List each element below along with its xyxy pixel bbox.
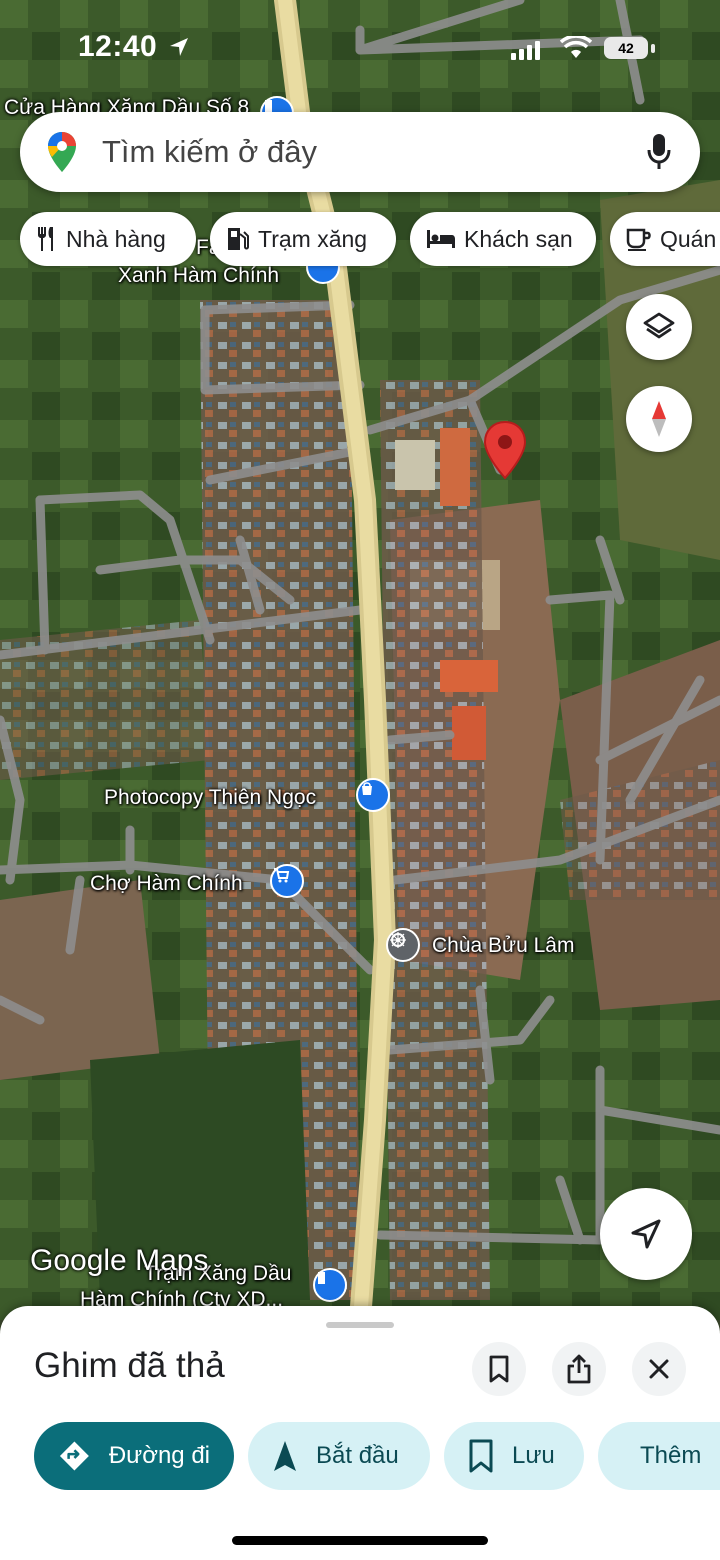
chip-cafes[interactable]: Quán xyxy=(610,212,720,266)
share-button[interactable] xyxy=(552,1342,606,1396)
bed-icon xyxy=(427,230,455,248)
more-label: Thêm xyxy=(640,1442,702,1469)
map-label-chua[interactable]: Chùa Bửu Lâm xyxy=(432,934,574,958)
home-indicator[interactable] xyxy=(232,1536,488,1545)
layers-button[interactable] xyxy=(626,294,692,360)
status-bar: 12:40 42 xyxy=(0,0,720,100)
share-icon xyxy=(567,1354,591,1384)
chip-label: Khách sạn xyxy=(464,225,573,252)
compass-icon xyxy=(652,401,666,437)
sheet-drag-handle[interactable] xyxy=(326,1322,394,1328)
battery-indicator: 42 xyxy=(604,37,648,59)
google-maps-logo-icon xyxy=(48,132,76,172)
chip-gas-stations[interactable]: Trạm xăng xyxy=(210,212,396,266)
map-label-xanh-ham-chinh[interactable]: Xanh Hàm Chính xyxy=(118,264,279,288)
gas-station-poi-icon-bottom[interactable] xyxy=(313,1268,347,1302)
close-button[interactable] xyxy=(632,1342,686,1396)
satellite-map[interactable]: Cửa Hàng Xăng Dầu Số 8 Fa Xanh Hàm Chính… xyxy=(0,0,720,1320)
compass-button[interactable] xyxy=(626,386,692,452)
chip-label: Trạm xăng xyxy=(258,225,368,252)
chip-restaurants[interactable]: Nhà hàng xyxy=(20,212,196,266)
start-button[interactable]: Bắt đầu xyxy=(248,1422,430,1490)
chip-label: Nhà hàng xyxy=(66,225,166,252)
layers-icon xyxy=(643,312,675,339)
start-label: Bắt đầu xyxy=(316,1442,399,1469)
navigation-arrow-icon xyxy=(274,1441,296,1471)
wifi-icon xyxy=(560,36,592,58)
search-bar[interactable]: Tìm kiếm ở đây xyxy=(20,112,700,192)
directions-label: Đường đi xyxy=(108,1442,210,1469)
battery-tip xyxy=(651,44,655,53)
location-arrow-icon xyxy=(170,38,188,56)
chip-label: Quán xyxy=(660,225,717,252)
dropped-pin-icon[interactable] xyxy=(483,420,527,480)
more-button[interactable]: Thêm xyxy=(598,1422,720,1490)
close-icon xyxy=(649,1359,669,1379)
shopping-cart-poi-icon[interactable] xyxy=(270,864,304,898)
save-button[interactable]: Lưu xyxy=(444,1422,584,1490)
my-location-button[interactable] xyxy=(600,1188,692,1280)
map-label-cho[interactable]: Chợ Hàm Chính xyxy=(90,872,243,896)
navigation-arrow-icon xyxy=(631,1219,661,1249)
temple-poi-icon[interactable] xyxy=(386,928,420,962)
place-bottom-sheet[interactable]: Ghim đã thả Đường đi Bắt đầu Lưu Thêm xyxy=(0,1306,720,1560)
fork-knife-icon xyxy=(38,227,53,251)
cellular-signal-icon xyxy=(511,41,540,60)
status-time: 12:40 xyxy=(78,30,158,63)
map-label-photocopy[interactable]: Photocopy Thiên Ngọc xyxy=(104,786,316,810)
shopping-bag-poi-icon[interactable] xyxy=(356,778,390,812)
save-icon-button[interactable] xyxy=(472,1342,526,1396)
chip-hotels[interactable]: Khách sạn xyxy=(410,212,596,266)
google-maps-watermark: Google Maps xyxy=(30,1244,209,1277)
gas-station-icon xyxy=(228,228,249,250)
map-terrain xyxy=(0,0,720,1320)
place-title: Ghim đã thả xyxy=(34,1346,225,1385)
search-input[interactable]: Tìm kiếm ở đây xyxy=(102,134,317,170)
bookmark-icon xyxy=(469,1439,493,1473)
coffee-icon xyxy=(626,228,651,251)
directions-button[interactable]: Đường đi xyxy=(34,1422,234,1490)
bookmark-icon xyxy=(489,1355,509,1383)
save-label: Lưu xyxy=(512,1442,555,1469)
directions-icon xyxy=(59,1441,89,1471)
microphone-icon[interactable] xyxy=(646,132,672,172)
